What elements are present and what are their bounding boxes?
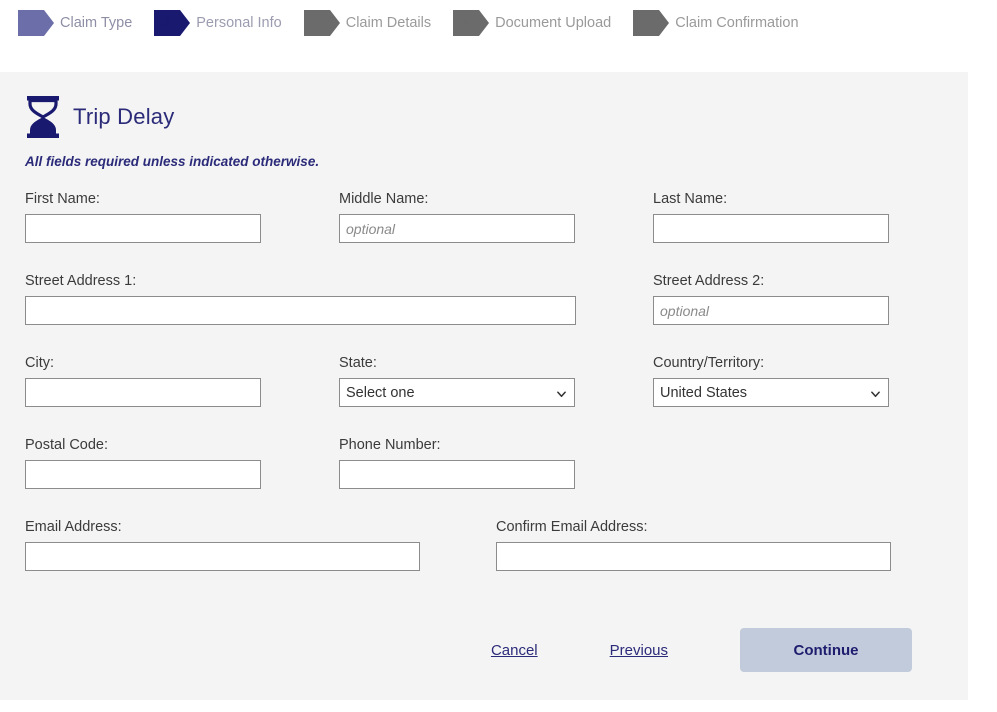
step-label-claim-type: Claim Type [60, 15, 133, 31]
label-country: Country/Territory: [653, 355, 765, 371]
last-name-input[interactable] [653, 214, 889, 243]
field-state: State: Select one [339, 355, 575, 407]
label-middle-name: Middle Name: [339, 191, 429, 207]
page-title: Trip Delay [73, 104, 175, 129]
step-item-claim-details[interactable]: 3 Claim Details [303, 10, 432, 36]
field-street-address-2: Street Address 2: [653, 273, 889, 325]
cancel-button[interactable]: Cancel [491, 642, 538, 659]
middle-name-input[interactable] [339, 214, 575, 243]
form-row-email: Email Address: Confirm Email Address: [25, 519, 943, 601]
label-city: City: [25, 355, 54, 371]
step-label-personal-info: Personal Info [196, 15, 282, 31]
postal-code-input[interactable] [25, 460, 261, 489]
label-email: Email Address: [25, 519, 122, 535]
hourglass-icon [27, 96, 59, 138]
phone-number-input[interactable] [339, 460, 575, 489]
label-first-name: First Name: [25, 191, 100, 207]
label-phone-number: Phone Number: [339, 437, 441, 453]
form-row-name: First Name: Middle Name: Last Name: [25, 191, 943, 273]
field-email: Email Address: [25, 519, 420, 571]
confirm-email-input[interactable] [496, 542, 891, 571]
email-input[interactable] [25, 542, 420, 571]
label-street-address-1: Street Address 1: [25, 273, 137, 289]
claim-form-panel: Trip Delay All fields required unless in… [0, 72, 968, 700]
field-confirm-email: Confirm Email Address: [496, 519, 891, 571]
required-fields-note: All fields required unless indicated oth… [25, 154, 320, 169]
field-phone-number: Phone Number: [339, 437, 575, 489]
form-row-contact: Postal Code: Phone Number: [25, 437, 943, 519]
street-address-2-input[interactable] [653, 296, 889, 325]
first-name-input[interactable] [25, 214, 261, 243]
field-country: Country/Territory: United States [653, 355, 889, 407]
previous-button[interactable]: Previous [610, 642, 668, 659]
step-badge-3: 3 [303, 10, 340, 36]
step-badge-2: 2 [154, 10, 191, 36]
form-row-location: City: State: Select one Country/Territor… [25, 355, 943, 437]
personal-info-form: First Name: Middle Name: Last Name: Stre… [0, 191, 968, 601]
step-progress-bar: 1 Claim Type 2 Personal Info 3 Claim Det… [0, 0, 997, 72]
field-first-name: First Name: [25, 191, 261, 243]
step-item-personal-info[interactable]: 2 Personal Info [154, 10, 282, 36]
step-badge-4: 4 [453, 10, 490, 36]
step-badge-5: 5 [633, 10, 670, 36]
field-postal-code: Postal Code: [25, 437, 261, 489]
step-badge-1: 1 [18, 10, 54, 36]
field-city: City: [25, 355, 261, 407]
panel-header: Trip Delay [0, 90, 968, 144]
continue-button[interactable]: Continue [740, 628, 912, 672]
step-label-claim-details: Claim Details [345, 15, 432, 31]
step-item-claim-type[interactable]: 1 Claim Type [18, 10, 132, 36]
step-label-document-upload: Document Upload [495, 15, 612, 31]
country-select[interactable]: United States [653, 378, 889, 407]
label-street-address-2: Street Address 2: [653, 273, 765, 289]
step-label-claim-confirmation: Claim Confirmation [675, 15, 799, 31]
city-input[interactable] [25, 378, 261, 407]
step-item-document-upload[interactable]: 4 Document Upload [453, 10, 611, 36]
label-confirm-email: Confirm Email Address: [496, 519, 648, 535]
state-select[interactable]: Select one [339, 378, 575, 407]
form-row-street: Street Address 1: Street Address 2: [25, 273, 943, 355]
street-address-1-input[interactable] [25, 296, 576, 325]
label-last-name: Last Name: [653, 191, 728, 207]
step-item-claim-confirmation[interactable]: 5 Claim Confirmation [633, 10, 799, 36]
label-state: State: [339, 355, 377, 371]
field-last-name: Last Name: [653, 191, 889, 243]
form-actions: Cancel Previous Continue [491, 628, 912, 672]
field-middle-name: Middle Name: [339, 191, 575, 243]
field-street-address-1: Street Address 1: [25, 273, 576, 325]
label-postal-code: Postal Code: [25, 437, 109, 453]
